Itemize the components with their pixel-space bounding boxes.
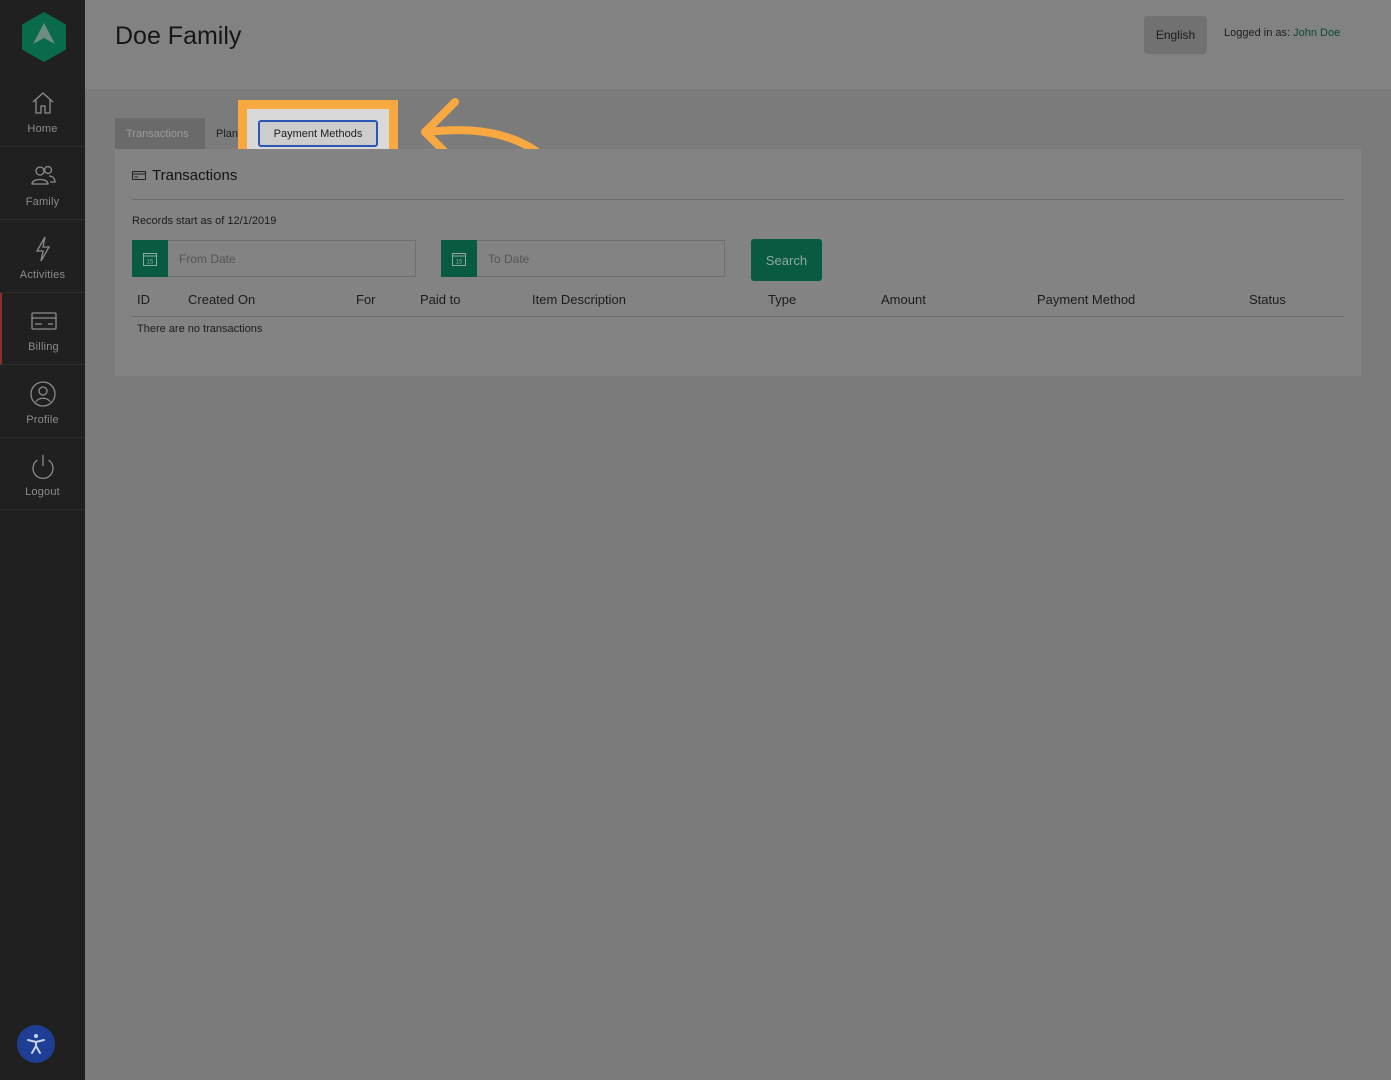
- to-date-group: 15: [441, 240, 725, 277]
- logged-in-label: Logged in as:: [1224, 27, 1291, 39]
- column-header-amount: Amount: [881, 292, 926, 307]
- home-icon: [32, 92, 53, 114]
- credit-card-icon: [30, 312, 57, 330]
- lightning-icon: [35, 236, 50, 262]
- family-icon: [30, 165, 56, 185]
- app-logo[interactable]: [22, 12, 66, 62]
- accessibility-button[interactable]: [17, 1025, 55, 1063]
- sidebar-item-label: Home: [27, 123, 58, 135]
- column-header-created-on: Created On: [188, 292, 256, 307]
- sidebar-item-family[interactable]: Family: [0, 148, 85, 220]
- page-title: Doe Family: [115, 22, 242, 50]
- sidebar-item-logout[interactable]: Logout: [0, 438, 85, 510]
- panel-title: Transactions: [152, 167, 238, 184]
- sidebar-item-label: Logout: [25, 486, 60, 498]
- search-button[interactable]: Search: [751, 239, 822, 281]
- column-header-for: For: [356, 292, 376, 307]
- tab-transactions[interactable]: Transactions: [115, 118, 205, 149]
- user-link[interactable]: John Doe: [1293, 27, 1340, 39]
- calendar-icon: 15: [452, 252, 466, 266]
- table-header-divider: [132, 316, 1344, 317]
- user-icon: [29, 381, 56, 407]
- column-header-id: ID: [137, 292, 150, 307]
- accessibility-icon: [27, 1034, 45, 1054]
- sidebar: Home Family Activities Billing Profile L…: [0, 0, 85, 1080]
- divider: [132, 199, 1344, 200]
- to-date-input[interactable]: [477, 240, 725, 277]
- transactions-panel: Transactions Records start as of 12/1/20…: [115, 149, 1361, 376]
- svg-text:15: 15: [456, 259, 463, 265]
- sidebar-item-activities[interactable]: Activities: [0, 221, 85, 293]
- tab-payment-methods[interactable]: Payment Methods: [258, 120, 378, 147]
- column-header-status: Status: [1249, 292, 1286, 307]
- column-header-payment-method: Payment Method: [1037, 292, 1136, 307]
- calendar-icon: 15: [143, 252, 157, 266]
- sidebar-item-label: Activities: [19, 269, 66, 281]
- sidebar-item-home[interactable]: Home: [0, 75, 85, 147]
- column-header-paid-to: Paid to: [420, 292, 461, 307]
- logged-in-info: Logged in as: John Doe: [1224, 27, 1340, 39]
- records-note: Records start as of 12/1/2019: [132, 215, 277, 227]
- svg-text:15: 15: [147, 259, 154, 265]
- from-date-group: 15: [132, 240, 416, 277]
- sidebar-item-billing[interactable]: Billing: [0, 293, 85, 365]
- page-header: Doe Family English Logged in as: John Do…: [85, 0, 1391, 89]
- credit-card-icon: [132, 171, 146, 180]
- sidebar-item-profile[interactable]: Profile: [0, 366, 85, 438]
- from-date-input[interactable]: [168, 240, 416, 277]
- sidebar-item-label: Profile: [26, 414, 59, 426]
- panel-header: Transactions: [132, 167, 237, 184]
- sidebar-item-label: Family: [25, 196, 60, 208]
- column-header-type: Type: [768, 292, 797, 307]
- empty-state-message: There are no transactions: [137, 323, 263, 335]
- from-date-calendar-button[interactable]: 15: [132, 240, 168, 277]
- column-header-item-description: Item Description: [532, 292, 626, 307]
- sidebar-item-label: Billing: [28, 341, 59, 353]
- power-icon: [31, 455, 54, 479]
- language-button[interactable]: English: [1144, 16, 1207, 54]
- to-date-calendar-button[interactable]: 15: [441, 240, 477, 277]
